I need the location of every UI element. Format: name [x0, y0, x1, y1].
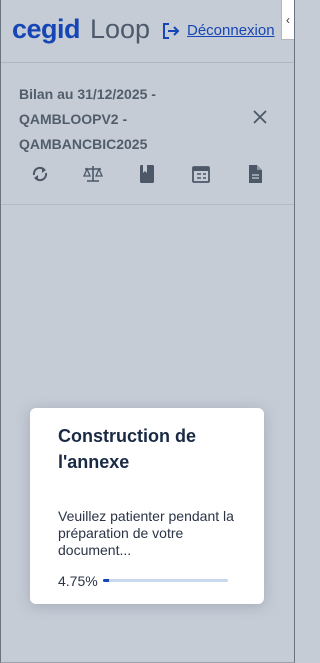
header-divider: [1, 62, 294, 63]
brand-logo-loop: Loop: [90, 14, 151, 44]
document-title: Bilan au 31/12/2025 - QAMBLOOPV2 - QAMBA…: [19, 86, 156, 152]
logout-link[interactable]: Déconnexion: [187, 22, 275, 39]
progress-percentage: 4.75%: [58, 573, 98, 589]
document-toolbar: [1, 163, 294, 189]
close-icon[interactable]: [250, 107, 270, 127]
document-icon[interactable]: [244, 163, 266, 185]
progress-bar: [103, 579, 228, 582]
brand-logo-cegid: cegid: [12, 14, 81, 44]
refresh-icon[interactable]: [29, 163, 51, 185]
calendar-icon[interactable]: [190, 163, 212, 185]
book-icon[interactable]: [136, 163, 158, 185]
top-bar: cegid Loop Déconnexion ‹: [1, 0, 294, 62]
app-frame: cegid Loop Déconnexion ‹ Bilan au 31/12/…: [0, 0, 295, 663]
dialog-title: Construction de l'annexe: [58, 426, 196, 472]
balance-scale-icon[interactable]: [82, 163, 104, 185]
dialog-message: Veuillez patienter pendant la préparatio…: [58, 508, 234, 558]
collapse-panel-button[interactable]: ‹: [281, 0, 294, 40]
toolbar-divider: [1, 204, 294, 205]
logout-icon[interactable]: [162, 22, 180, 40]
progress-bar-fill: [103, 579, 109, 582]
loading-dialog: Construction de l'annexe Veuillez patien…: [30, 408, 264, 604]
